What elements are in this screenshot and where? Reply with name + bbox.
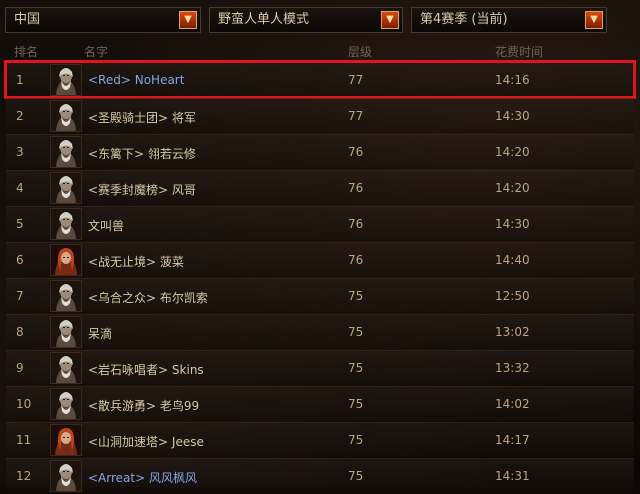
player-name-link[interactable]: <东篱下> 翎若云修 (88, 145, 196, 162)
leaderboard-row[interactable]: 1 <Red> NoHeart 77 14:16 (4, 60, 636, 99)
time-cell: 14:16 (495, 73, 530, 87)
rank-cell: 3 (16, 145, 24, 159)
barbarian-female-portrait-icon[interactable] (50, 424, 82, 456)
leaderboard-row[interactable]: 7 <乌合之众> 布尔凯索 75 12:50 (6, 278, 634, 313)
rank-cell: 2 (16, 109, 24, 123)
barbarian-male-portrait-icon[interactable] (50, 136, 82, 168)
barbarian-male-portrait-icon[interactable] (50, 208, 82, 240)
barbarian-female-portrait-icon[interactable] (50, 244, 82, 276)
leaderboard-list: 1 <Red> NoHeart 77 14:16 2 <圣殿骑士团> 将军 77 14:30 3… (4, 60, 636, 494)
region-value: 中国 (14, 12, 41, 27)
time-cell: 14:20 (495, 181, 530, 195)
season-dropdown[interactable]: 第4赛季 (当前) ▼ (411, 7, 607, 33)
rank-cell: 1 (16, 73, 24, 87)
time-cell: 14:30 (495, 217, 530, 231)
rank-cell: 11 (16, 433, 32, 447)
rank-cell: 8 (16, 325, 24, 339)
barbarian-male-portrait-icon[interactable] (50, 388, 82, 420)
barbarian-male-portrait-icon[interactable] (50, 172, 82, 204)
level-cell: 75 (348, 469, 364, 483)
time-cell: 14:40 (495, 253, 530, 267)
chevron-down-icon[interactable]: ▼ (585, 11, 603, 29)
level-cell: 76 (348, 217, 364, 231)
rank-cell: 12 (16, 469, 32, 483)
leaderboard-row[interactable]: 5 文叫兽 76 14:30 (6, 206, 634, 241)
level-cell: 77 (348, 109, 364, 123)
rank-cell: 7 (16, 289, 24, 303)
barbarian-male-portrait-icon[interactable] (50, 280, 82, 312)
time-cell: 14:31 (495, 469, 530, 483)
level-cell: 75 (348, 433, 364, 447)
leaderboard-row[interactable]: 10 <散兵游勇> 老鸟99 75 14:02 (6, 386, 634, 421)
rank-cell: 10 (16, 397, 32, 411)
time-cell: 14:17 (495, 433, 530, 447)
level-cell: 76 (348, 253, 364, 267)
leaderboard-row[interactable]: 12 <Arreat> 风风枫风 75 14:31 (6, 458, 634, 493)
player-name-link[interactable]: <Red> NoHeart (88, 73, 184, 87)
rank-cell: 5 (16, 217, 24, 231)
leaderboard-row[interactable]: 3 <东篱下> 翎若云修 76 14:20 (6, 134, 634, 169)
player-name-link[interactable]: <战无止境> 菠菜 (88, 253, 184, 270)
time-cell: 14:02 (495, 397, 530, 411)
time-cell: 14:20 (495, 145, 530, 159)
leaderboard-row[interactable]: 4 <赛季封魔榜> 风哥 76 14:20 (6, 170, 634, 205)
level-cell: 75 (348, 361, 364, 375)
time-cell: 13:32 (495, 361, 530, 375)
leaderboard-row[interactable]: 2 <圣殿骑士团> 将军 77 14:30 (6, 98, 634, 133)
player-name-link[interactable]: <Arreat> 风风枫风 (88, 469, 197, 486)
column-header: 排名 名字 层级 花费时间 (0, 40, 640, 60)
level-cell: 75 (348, 325, 364, 339)
column-time[interactable]: 花费时间 (495, 43, 543, 60)
chevron-down-icon[interactable]: ▼ (381, 11, 399, 29)
region-dropdown[interactable]: 中国 ▼ (5, 7, 201, 33)
time-cell: 14:30 (495, 109, 530, 123)
leaderboard-row[interactable]: 8 呆滴 75 13:02 (6, 314, 634, 349)
player-name-link[interactable]: <圣殿骑士团> 将军 (88, 109, 196, 126)
level-cell: 76 (348, 145, 364, 159)
player-name-link[interactable]: 呆滴 (88, 325, 112, 342)
level-cell: 77 (348, 73, 364, 87)
level-cell: 75 (348, 289, 364, 303)
barbarian-male-portrait-icon[interactable] (50, 460, 82, 492)
rank-cell: 4 (16, 181, 24, 195)
column-level[interactable]: 层级 (348, 43, 372, 60)
level-cell: 75 (348, 397, 364, 411)
barbarian-male-portrait-icon[interactable] (50, 316, 82, 348)
season-value: 第4赛季 (当前) (420, 12, 508, 27)
player-name-link[interactable]: <赛季封魔榜> 风哥 (88, 181, 196, 198)
leaderboard-row[interactable]: 9 <岩石咏唱者> Skins 75 13:32 (6, 350, 634, 385)
mode-value: 野蛮人单人模式 (218, 12, 310, 27)
barbarian-male-portrait-icon[interactable] (50, 100, 82, 132)
time-cell: 12:50 (495, 289, 530, 303)
level-cell: 76 (348, 181, 364, 195)
rank-cell: 6 (16, 253, 24, 267)
player-name-link[interactable]: <乌合之众> 布尔凯索 (88, 289, 208, 306)
player-name-link[interactable]: <山洞加速塔> Jeese (88, 433, 204, 450)
mode-dropdown[interactable]: 野蛮人单人模式 ▼ (209, 7, 403, 33)
player-name-link[interactable]: 文叫兽 (88, 217, 124, 234)
barbarian-male-portrait-icon[interactable] (50, 352, 82, 384)
player-name-link[interactable]: <岩石咏唱者> Skins (88, 361, 204, 378)
player-name-link[interactable]: <散兵游勇> 老鸟99 (88, 397, 199, 414)
rank-cell: 9 (16, 361, 24, 375)
column-rank[interactable]: 排名 (14, 43, 38, 60)
chevron-down-icon[interactable]: ▼ (179, 11, 197, 29)
leaderboard-row[interactable]: 6 <战无止境> 菠菜 76 14:40 (6, 242, 634, 277)
time-cell: 13:02 (495, 325, 530, 339)
leaderboard-row[interactable]: 11 <山洞加速塔> Jeese 75 14:17 (6, 422, 634, 457)
column-name[interactable]: 名字 (84, 43, 108, 60)
barbarian-male-portrait-icon[interactable] (50, 64, 82, 96)
